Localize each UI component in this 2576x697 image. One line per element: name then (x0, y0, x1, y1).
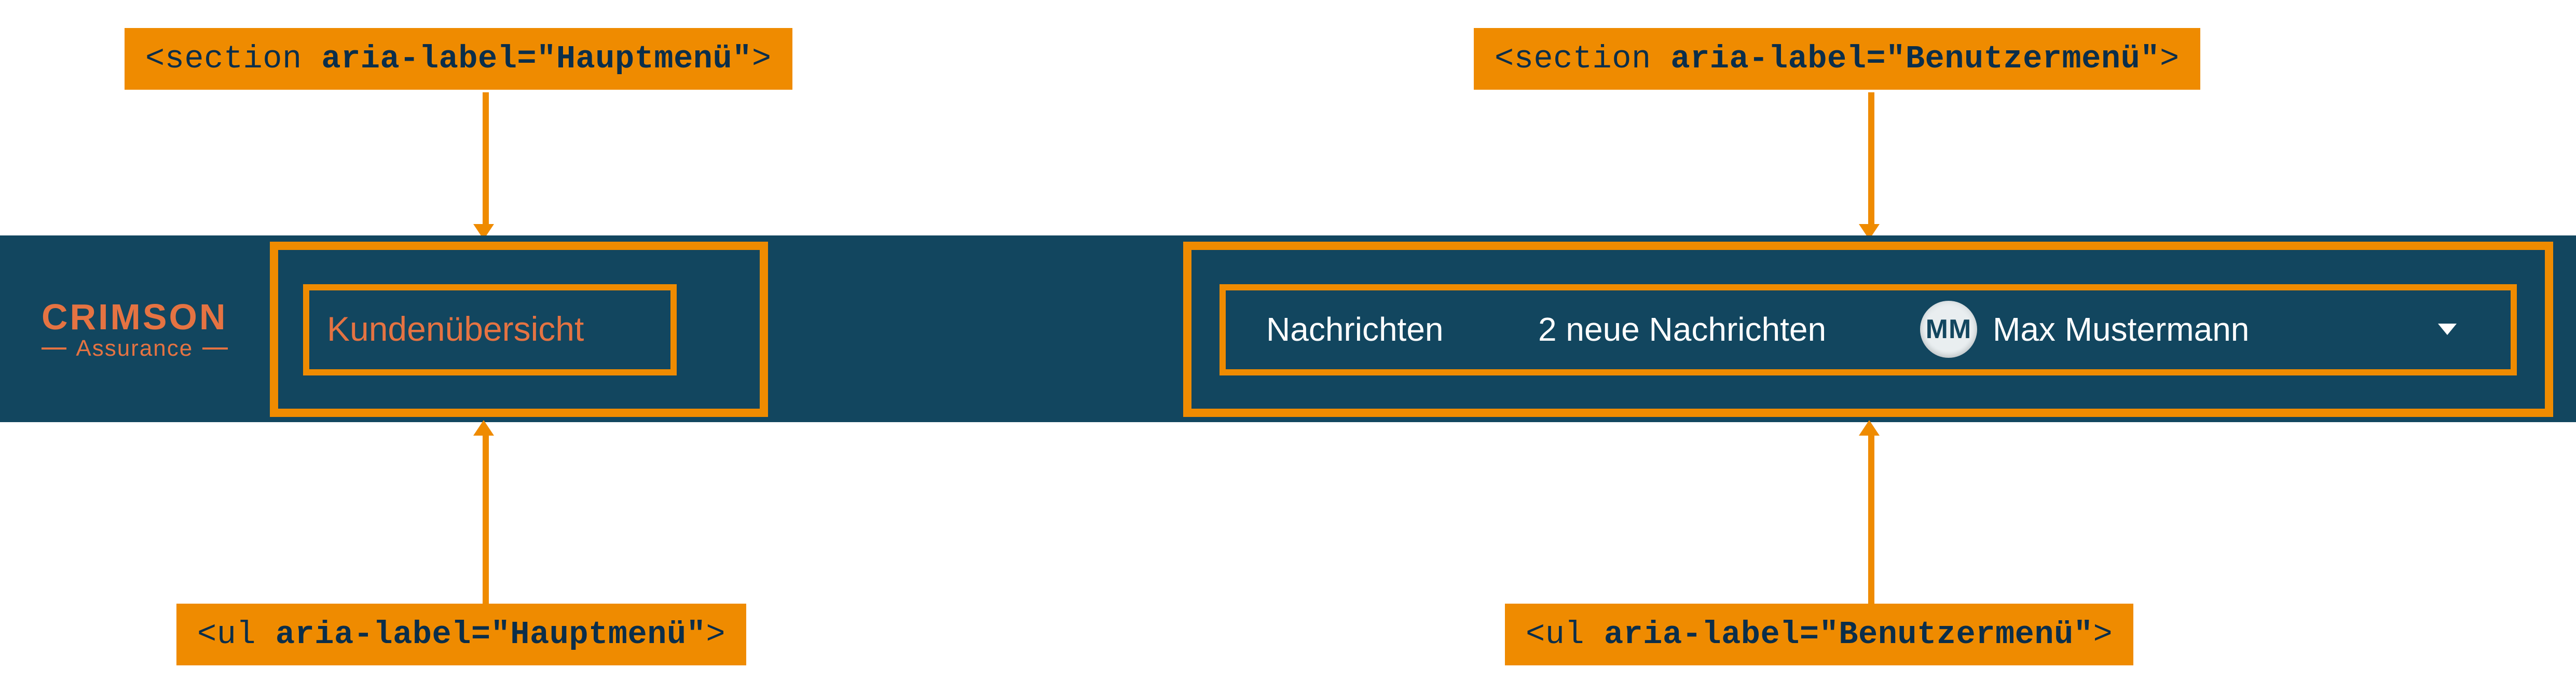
user-avatar[interactable]: MM (1920, 301, 1977, 358)
notification-text[interactable]: 2 neue Nachrichten (1538, 310, 1826, 348)
logo-sub-text: Assurance (42, 336, 228, 361)
annotation-section-benutzermenu: <section aria-label="Benutzermenü"> (1474, 28, 2200, 90)
annotation-code-close: > (706, 616, 725, 653)
annotation-arrow (1868, 92, 1874, 225)
logo-main-text: CRIMSON (42, 296, 228, 338)
annotation-arrow-head (1859, 420, 1880, 436)
annotation-code-attr: aria-label="Hauptmenü" (276, 616, 706, 653)
user-name-label[interactable]: Max Mustermann (1993, 310, 2249, 348)
annotation-code-tag: <section (1495, 40, 1670, 77)
annotation-code-close: > (2160, 40, 2180, 77)
annotation-code-tag: <ul (1526, 616, 1604, 653)
annotation-code-attr: aria-label="Benutzermenü" (1670, 40, 2160, 77)
annotation-ul-hauptmenu: <ul aria-label="Hauptmenü"> (176, 604, 746, 665)
annotation-code-attr: aria-label="Hauptmenü" (321, 40, 752, 77)
annotation-code-attr: aria-label="Benutzermenü" (1604, 616, 2093, 653)
annotation-arrow (1868, 435, 1874, 605)
chevron-down-icon[interactable] (2438, 324, 2457, 335)
annotation-section-hauptmenu: <section aria-label="Hauptmenü"> (125, 28, 792, 90)
annotation-code-tag: <section (145, 40, 321, 77)
annotation-arrow-head (473, 420, 494, 436)
annotation-ul-benutzermenu: <ul aria-label="Benutzermenü"> (1505, 604, 2133, 665)
annotation-code-tag: <ul (197, 616, 276, 653)
annotation-arrow (483, 92, 489, 225)
annotation-code-close: > (752, 40, 772, 77)
annotation-code-close: > (2093, 616, 2113, 653)
avatar-initials: MM (1926, 314, 1972, 345)
nav-item-nachrichten[interactable]: Nachrichten (1266, 310, 1444, 348)
nav-item-kundenuebersicht[interactable]: Kundenübersicht (327, 309, 584, 348)
app-logo[interactable]: CRIMSON Assurance (42, 296, 228, 361)
annotation-arrow (483, 435, 489, 605)
